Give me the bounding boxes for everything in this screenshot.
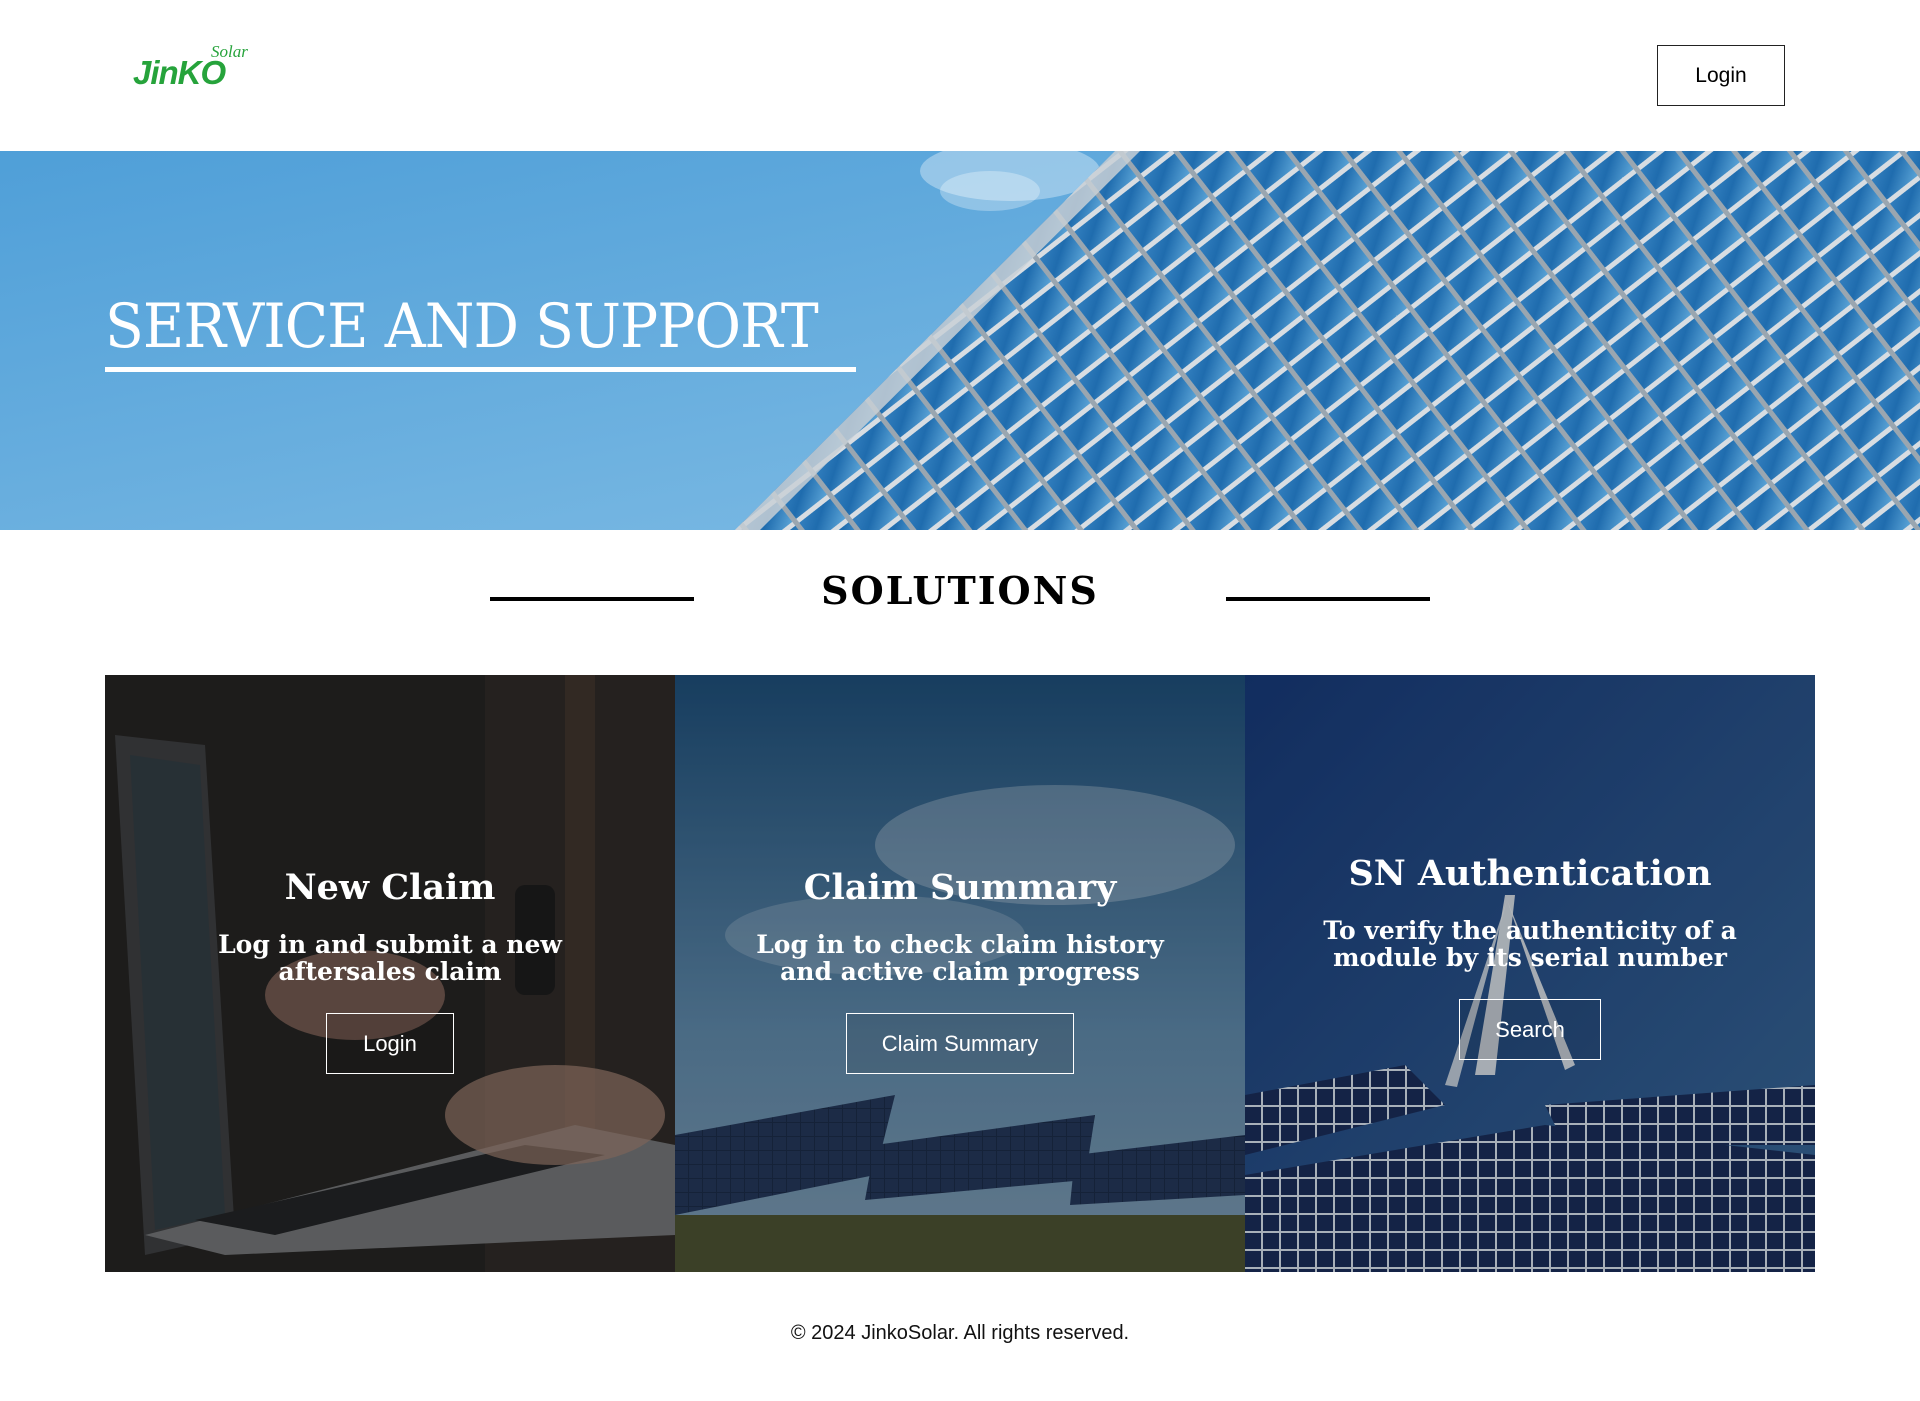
hero-title: SERVICE AND SUPPORT [105, 291, 819, 362]
claim-summary-title: Claim Summary [803, 867, 1117, 908]
new-claim-title: New Claim [284, 867, 496, 908]
logo-subtext: Solar [211, 42, 248, 61]
solutions-divider-right [1226, 597, 1430, 601]
footer-copyright: © 2024 JinkoSolar. All rights reserved. [790, 1322, 1130, 1344]
new-claim-content: New Claim Log in and submit a new afters… [105, 867, 675, 1074]
claim-summary-description: Log in to check claim history and active… [756, 930, 1164, 986]
hero-title-underline [105, 367, 856, 372]
jinko-solar-logo[interactable]: JinKO Solar [133, 42, 263, 92]
hero-banner: SERVICE AND SUPPORT [0, 151, 1920, 530]
sn-search-button[interactable]: Search [1459, 999, 1601, 1060]
claim-summary-content: Claim Summary Log in to check claim hist… [675, 867, 1245, 1074]
solutions-heading: SOLUTIONS [821, 568, 1099, 613]
sn-authentication-title: SN Authentication [1348, 853, 1712, 894]
new-claim-card: New Claim Log in and submit a new afters… [105, 675, 675, 1272]
solutions-divider-left [490, 597, 694, 601]
site-header: JinKO Solar Login [0, 0, 1920, 151]
solutions-cards: New Claim Log in and submit a new afters… [105, 675, 1815, 1272]
sn-authentication-card: SN Authentication To verify the authenti… [1245, 675, 1815, 1272]
header-login-button[interactable]: Login [1657, 45, 1785, 106]
claim-summary-card: Claim Summary Log in to check claim hist… [675, 675, 1245, 1272]
sn-authentication-description: To verify the authenticity of a module b… [1323, 916, 1737, 972]
claim-summary-button[interactable]: Claim Summary [846, 1013, 1074, 1074]
sn-authentication-content: SN Authentication To verify the authenti… [1245, 853, 1815, 1060]
new-claim-login-button[interactable]: Login [326, 1013, 454, 1074]
new-claim-description: Log in and submit a new aftersales claim [218, 930, 562, 986]
